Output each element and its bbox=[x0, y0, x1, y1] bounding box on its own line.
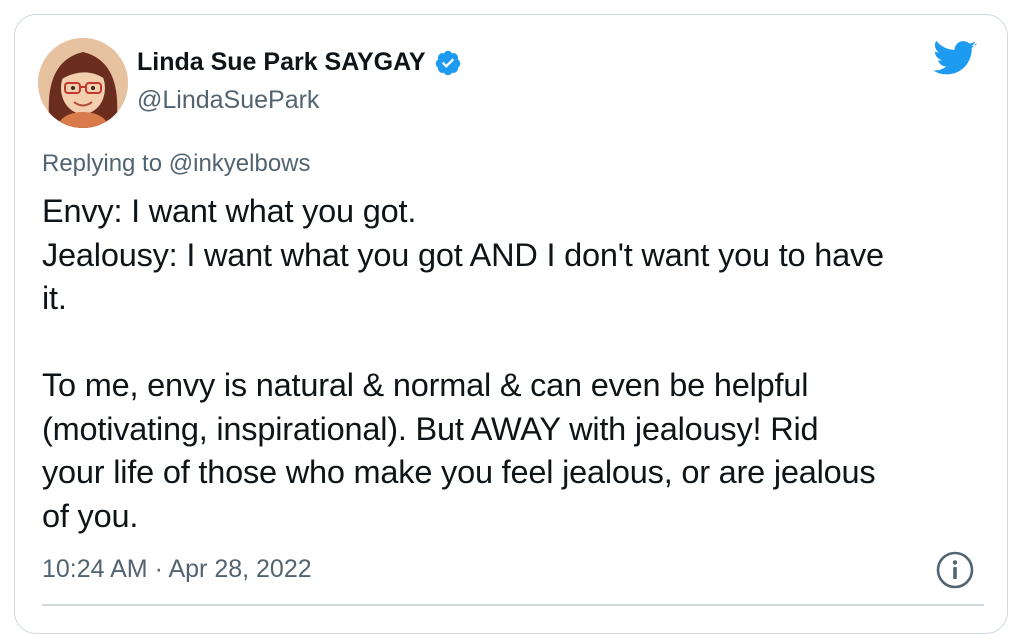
tweet-line: Envy: I want what you got. bbox=[42, 193, 417, 229]
bottom-divider bbox=[42, 604, 984, 606]
info-icon[interactable] bbox=[935, 550, 975, 590]
avatar[interactable] bbox=[38, 38, 128, 128]
verified-badge-icon bbox=[435, 50, 460, 75]
replying-prefix: Replying to bbox=[42, 150, 163, 177]
tweet-line: To me, envy is natural & normal & can ev… bbox=[42, 367, 809, 403]
replying-to-line: Replying to @inkyelbows bbox=[42, 150, 311, 178]
twitter-bird-icon[interactable] bbox=[933, 40, 977, 78]
author-name-row[interactable]: Linda Sue Park SAYGAY bbox=[137, 48, 462, 77]
reply-mention-link[interactable]: @inkyelbows bbox=[169, 150, 311, 177]
tweet-line: (motivating, inspirational). But AWAY wi… bbox=[42, 410, 819, 447]
tweet-line: it. bbox=[42, 280, 67, 316]
author-handle[interactable]: @LindaSuePark bbox=[137, 86, 319, 115]
tweet-body: Envy: I want what you got. Jealousy: I w… bbox=[42, 190, 992, 538]
tweet-line: Jealousy: I want what you got AND I don'… bbox=[42, 236, 884, 273]
tweet-line: your life of those who make you feel jea… bbox=[42, 454, 876, 490]
tweet-timestamp[interactable]: 10:24 AM · Apr 28, 2022 bbox=[42, 555, 312, 584]
tweet-line: of you. bbox=[42, 497, 139, 534]
author-display-name[interactable]: Linda Sue Park SAYGAY bbox=[137, 48, 426, 77]
